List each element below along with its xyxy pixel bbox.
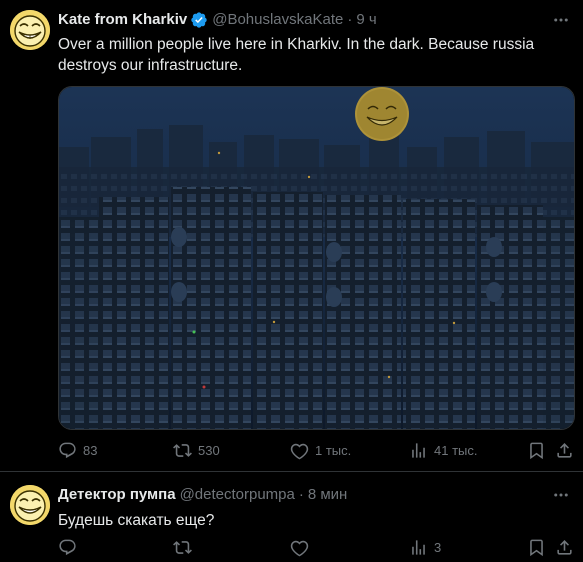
views-icon: [412, 443, 425, 458]
share-button[interactable]: [555, 441, 574, 460]
trollface-avatar-icon: [10, 485, 50, 525]
night-city-photo: [59, 87, 574, 429]
more-icon[interactable]: [551, 485, 571, 505]
tweet-actions: 83 530 1 тыс. 41 тыс.: [58, 441, 575, 463]
tweet-text: Будешь скакать еще?: [58, 512, 215, 529]
like-button[interactable]: 1 тыс.: [290, 441, 351, 460]
repost-icon: [173, 541, 192, 554]
tweet-kate[interactable]: Kate from Kharkiv @BohuslavskaKate · 9 ч…: [0, 0, 583, 472]
author-handle[interactable]: @detectorpumpa: [180, 485, 295, 505]
bookmark-button[interactable]: [527, 441, 546, 460]
reply-icon: [59, 539, 76, 556]
tweet-text: Over a million people live here in Khark…: [58, 36, 535, 74]
like-icon: [290, 540, 309, 557]
views-count: 3: [434, 540, 442, 555]
like-count: 1 тыс.: [315, 443, 352, 458]
bookmark-icon: [530, 442, 543, 460]
timestamp[interactable]: 8 мин: [308, 485, 348, 505]
author-handle[interactable]: @BohuslavskaKate: [212, 10, 343, 30]
tweet-header: Kate from Kharkiv @BohuslavskaKate · 9 ч: [58, 10, 377, 30]
tweet-header: Детектор пумпа @detectorpumpa · 8 мин: [58, 485, 347, 505]
views-count: 41 тыс.: [434, 443, 478, 458]
reply-count: 83: [83, 443, 98, 458]
repost-count: 530: [198, 443, 220, 458]
separator-dot: ·: [298, 486, 304, 503]
repost-button[interactable]: [173, 538, 192, 557]
separator-dot: ·: [347, 11, 353, 28]
repost-icon: [173, 444, 192, 457]
tweet-image[interactable]: [58, 86, 575, 430]
more-icon[interactable]: [551, 10, 571, 30]
avatar[interactable]: [10, 10, 50, 50]
tweet-actions: 3: [58, 538, 575, 560]
author-name[interactable]: Kate from Kharkiv: [58, 10, 187, 30]
repost-button[interactable]: 530: [173, 441, 220, 460]
like-button[interactable]: [290, 538, 309, 557]
views-button[interactable]: 3: [409, 538, 441, 557]
timestamp[interactable]: 9 ч: [356, 10, 376, 30]
bookmark-button[interactable]: [527, 538, 546, 557]
reply-icon: [59, 442, 76, 459]
author-name[interactable]: Детектор пумпа: [58, 485, 176, 505]
tweet-reply[interactable]: Детектор пумпа @detectorpumpa · 8 мин Бу…: [0, 472, 583, 562]
verified-badge-icon[interactable]: [190, 11, 208, 29]
share-icon: [557, 540, 572, 555]
share-icon: [557, 443, 572, 458]
avatar[interactable]: [10, 485, 50, 525]
reply-button[interactable]: 83: [58, 441, 97, 460]
bookmark-icon: [530, 539, 543, 557]
reply-button[interactable]: [58, 538, 77, 557]
share-button[interactable]: [555, 538, 574, 557]
trollface-avatar-icon: [10, 10, 50, 50]
views-icon: [412, 540, 425, 555]
views-button[interactable]: 41 тыс.: [409, 441, 477, 460]
like-icon: [290, 443, 309, 460]
